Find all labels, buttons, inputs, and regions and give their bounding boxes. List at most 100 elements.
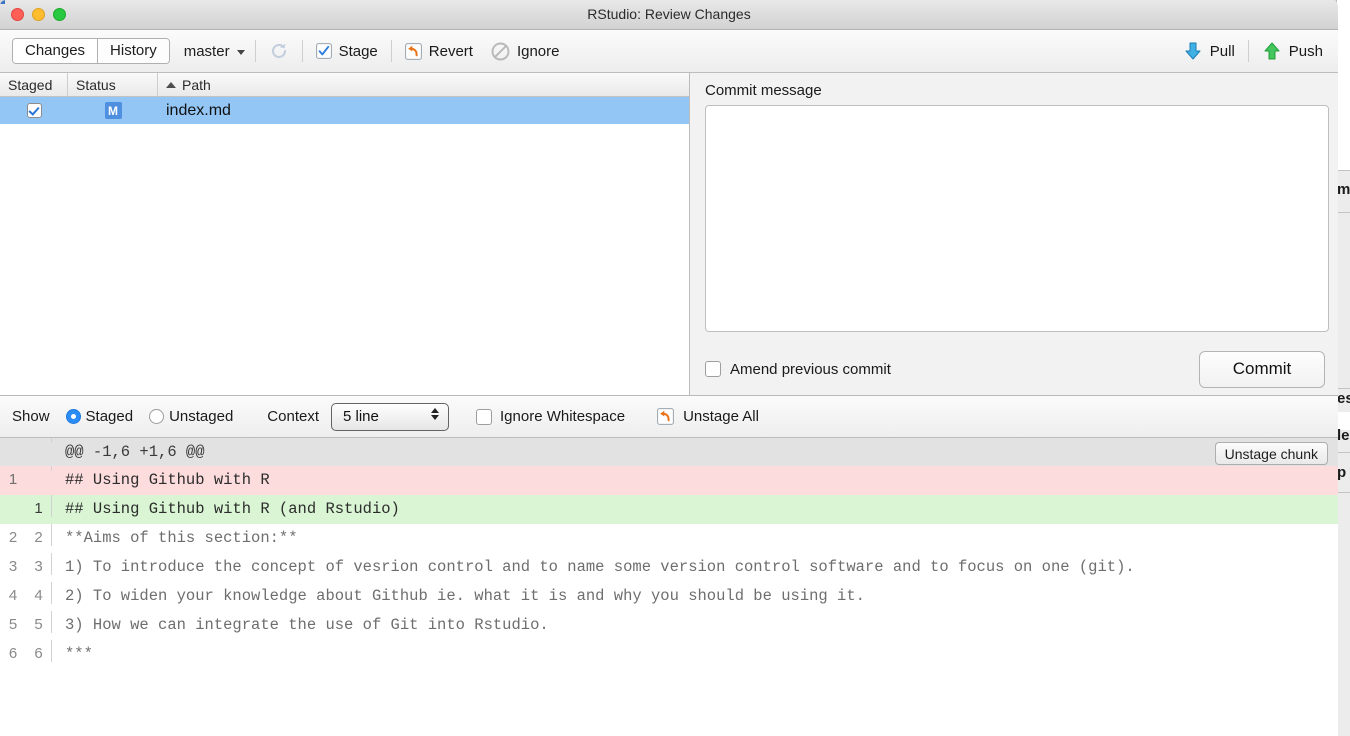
diff-line-text: 2) To widen your knowledge about Github … <box>65 587 865 605</box>
radio-unstaged[interactable]: Unstaged <box>149 408 233 425</box>
pull-arrow-down-icon <box>1183 41 1203 61</box>
stage-checkbox-icon <box>315 43 332 59</box>
diff-line-context[interactable]: 3 3 1) To introduce the concept of vesri… <box>0 553 1338 582</box>
ignore-whitespace-label: Ignore Whitespace <box>500 408 626 425</box>
amend-previous-commit-label: Amend previous commit <box>730 360 891 378</box>
context-lines-value: 5 line <box>343 408 379 425</box>
toolbar-divider <box>254 40 256 62</box>
commit-actions-row: Amend previous commit Commit <box>705 343 1329 395</box>
review-changes-window: RStudio: Review Changes Changes History … <box>0 0 1338 736</box>
push-arrow-up-icon <box>1262 41 1282 61</box>
stage-label: Stage <box>338 42 378 60</box>
context-lines-select[interactable]: 5 line <box>331 402 449 431</box>
amend-previous-commit-checkbox[interactable] <box>705 361 721 377</box>
toolbar-divider-4 <box>1247 40 1249 62</box>
radio-staged[interactable]: Staged <box>65 408 133 425</box>
hunk-gutter-new <box>26 438 52 443</box>
commit-pane: Commit message Amend previous commit Com… <box>690 73 1338 395</box>
staged-checkbox[interactable] <box>26 103 42 118</box>
column-header-status[interactable]: Status <box>68 73 158 96</box>
diff-line-text: *** <box>65 645 93 663</box>
commit-button[interactable]: Commit <box>1199 350 1325 388</box>
view-tab-group[interactable]: Changes History <box>12 38 170 64</box>
column-header-status-label: Status <box>76 76 116 93</box>
diff-gutter-old: 3 <box>8 558 18 575</box>
title-bar: RStudio: Review Changes <box>0 0 1338 30</box>
ignore-button[interactable]: Ignore <box>488 42 563 61</box>
background-window-sliver: m es le p <box>1336 0 1350 736</box>
ignore-whitespace-checkbox[interactable] <box>476 408 492 425</box>
diff-gutter-new: 3 <box>26 553 52 575</box>
stepper-down-icon[interactable] <box>431 414 439 420</box>
pull-label: Pull <box>1209 42 1235 60</box>
ignore-icon <box>491 42 510 61</box>
column-header-path[interactable]: Path <box>158 73 689 96</box>
diff-line-context[interactable]: 4 4 2) To widen your knowledge about Git… <box>0 582 1338 611</box>
bg-fragment-2: le <box>1337 427 1350 444</box>
branch-selector[interactable]: master <box>184 43 245 60</box>
ignore-whitespace-option[interactable]: Ignore Whitespace <box>476 408 625 425</box>
branch-name-label: master <box>183 42 230 60</box>
column-header-staged-label: Staged <box>8 76 53 93</box>
diff-line-removed[interactable]: 1 ## Using Github with R <box>0 466 1338 495</box>
bg-fragment-3: p <box>1337 464 1347 481</box>
hunk-header-text: @@ -1,6 +1,6 @@ <box>65 443 205 461</box>
stepper-arrows-icon[interactable] <box>431 407 439 420</box>
row-path-cell: index.md <box>166 101 231 119</box>
row-status-cell: M <box>68 102 158 119</box>
window-corner-accent <box>0 0 5 4</box>
commit-message-input[interactable] <box>705 105 1329 332</box>
show-label: Show <box>12 408 50 425</box>
context-label: Context <box>267 408 319 425</box>
diff-gutter-old: 6 <box>8 645 18 662</box>
diff-viewer: @@ -1,6 +1,6 @@ Unstage chunk 1 ## Using… <box>0 438 1338 736</box>
diff-gutter-new: 4 <box>26 582 52 604</box>
diff-line-context[interactable]: 6 6 *** <box>0 640 1338 669</box>
revert-label: Revert <box>428 42 473 60</box>
window-title: RStudio: Review Changes <box>587 6 751 22</box>
commit-message-label: Commit message <box>705 82 822 99</box>
diff-gutter-new: 1 <box>26 495 52 517</box>
unstage-chunk-button[interactable]: Unstage chunk <box>1214 442 1328 465</box>
column-header-staged[interactable]: Staged <box>0 73 68 96</box>
diff-gutter-old: 2 <box>8 529 18 546</box>
pull-button[interactable]: Pull <box>1180 41 1238 61</box>
refresh-button[interactable] <box>266 41 292 61</box>
diff-line-context[interactable]: 2 2 **Aims of this section:** <box>0 524 1338 553</box>
radio-staged-indicator[interactable] <box>65 409 81 424</box>
stepper-up-icon[interactable] <box>431 407 439 413</box>
diff-line-text: **Aims of this section:** <box>65 529 298 547</box>
unstage-all-button[interactable]: Unstage All <box>657 408 759 425</box>
table-row[interactable]: M index.md <box>0 97 689 124</box>
push-button[interactable]: Push <box>1259 41 1326 61</box>
radio-unstaged-indicator[interactable] <box>149 409 165 424</box>
push-label: Push <box>1288 42 1323 60</box>
stage-button[interactable]: Stage <box>313 43 381 60</box>
diff-gutter-old <box>0 495 26 500</box>
upper-panes: Staged Status Path M index.md Commit mes… <box>0 73 1338 395</box>
diff-line-context[interactable]: 5 5 3) How we can integrate the use of G… <box>0 611 1338 640</box>
bg-fragment-1: es <box>1337 390 1350 407</box>
diff-gutter-new: 5 <box>26 611 52 633</box>
row-staged-cell[interactable] <box>0 103 68 118</box>
diff-line-added[interactable]: 1 ## Using Github with R (and Rstudio) <box>0 495 1338 524</box>
status-badge: M <box>104 102 122 119</box>
radio-unstaged-label: Unstaged <box>169 408 234 425</box>
unstage-all-label: Unstage All <box>683 408 759 425</box>
hunk-gutter-old <box>0 438 26 443</box>
sort-ascending-icon <box>166 81 176 88</box>
files-table-header: Staged Status Path <box>0 73 689 97</box>
ignore-label: Ignore <box>516 42 560 60</box>
diff-line-text: 3) How we can integrate the use of Git i… <box>65 616 549 634</box>
bg-fragment-0: m <box>1337 181 1350 198</box>
toolbar-divider-3 <box>390 40 392 62</box>
refresh-icon <box>269 41 289 61</box>
diff-gutter-old: 4 <box>8 587 18 604</box>
revert-icon <box>404 42 422 60</box>
diff-gutter-new <box>26 466 52 471</box>
revert-button[interactable]: Revert <box>402 43 476 60</box>
toolbar-divider-2 <box>301 40 303 62</box>
changed-files-pane: Staged Status Path M index.md <box>0 73 690 395</box>
tab-changes[interactable]: Changes <box>13 39 98 63</box>
tab-history[interactable]: History <box>97 39 169 63</box>
